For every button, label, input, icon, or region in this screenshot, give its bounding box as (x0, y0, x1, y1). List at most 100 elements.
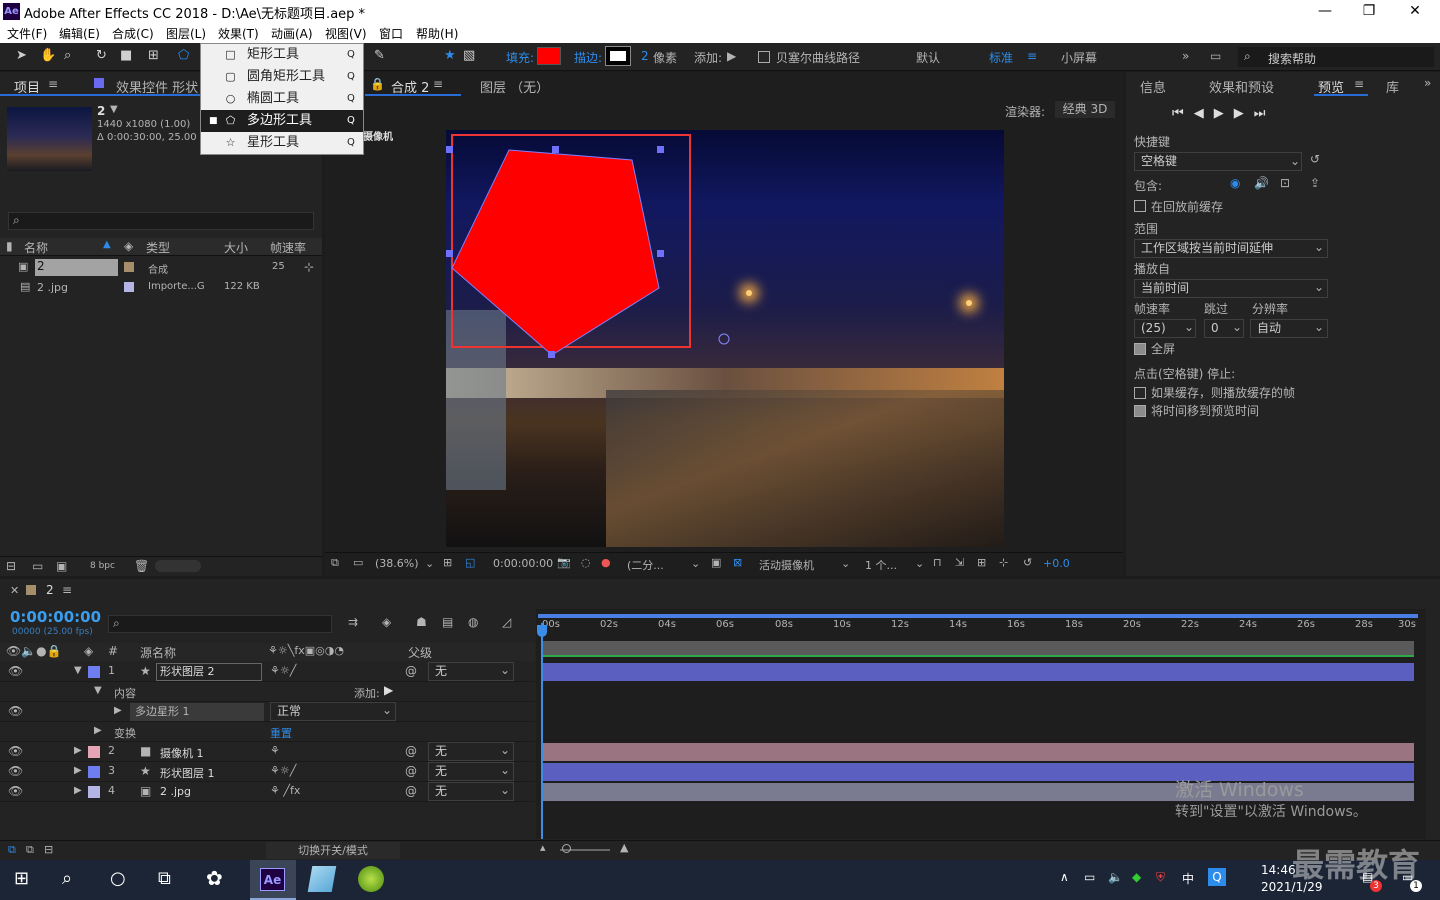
chevron-down-icon[interactable]: ⌄ (1314, 240, 1324, 254)
export-icon[interactable]: ⇲ (955, 556, 964, 569)
chevron-down-icon[interactable]: ⌄ (500, 743, 510, 757)
playhead-handle[interactable] (537, 625, 547, 637)
flowchart-icon[interactable]: ⊹ (999, 556, 1008, 569)
play-from-select[interactable]: 当前时间 (1134, 279, 1328, 298)
layer-name[interactable]: 形状图层 2 (156, 663, 262, 681)
collapsed-arrow-icon[interactable]: ▶ (74, 765, 82, 776)
puppet-pin-tool-icon[interactable]: ✎ (374, 48, 385, 63)
panel-menu-icon[interactable]: ≡ (1354, 77, 1364, 91)
ae-taskbar-button[interactable]: Ae (250, 860, 296, 900)
chevron-down-icon[interactable]: ⌄ (382, 703, 392, 717)
maximize-button[interactable]: ❐ (1346, 0, 1392, 23)
red-pentagon[interactable] (451, 149, 660, 356)
channel-icon[interactable]: ● (601, 556, 611, 569)
menu-effect[interactable]: 效果(T) (218, 25, 259, 42)
expanded-arrow-icon[interactable]: ▼ (94, 685, 102, 696)
time-ruler[interactable]: 00s 02s 04s 06s 08s 10s 12s 14s 16s 18s … (536, 619, 1422, 637)
views-select[interactable]: 1 个... (865, 557, 897, 573)
stroke-width-value[interactable]: 2 (641, 49, 649, 63)
tab-effects-presets[interactable]: 效果和预设 (1209, 77, 1274, 96)
ime-indicator[interactable]: 中 (1182, 870, 1194, 887)
work-area-bar[interactable] (538, 614, 1418, 618)
task-view-icon[interactable]: ⧉ (158, 868, 171, 889)
pickwhip-icon[interactable]: @ (405, 664, 417, 678)
fit-icon[interactable]: ⊞ (443, 556, 452, 569)
playhead-line[interactable] (541, 623, 543, 839)
volume-icon[interactable]: 🔈 (1108, 870, 1123, 884)
add-content-icon[interactable]: ▶ (384, 683, 393, 697)
col-name[interactable]: 名称 (24, 239, 48, 256)
close-tab-icon[interactable]: ✕ (10, 584, 19, 597)
col-size[interactable]: 大小 (224, 239, 248, 256)
menu-composition[interactable]: 合成(C) (112, 25, 154, 42)
minimize-button[interactable]: — (1302, 0, 1348, 23)
rotate-tool-icon[interactable]: ↻ (96, 48, 107, 63)
eye-icon[interactable]: 👁 (8, 764, 23, 778)
panel-menu-icon[interactable]: ≡ (48, 77, 58, 91)
layer-row-3[interactable]: 👁 ▶ 3 ★ 形状图层 1 ⚘☼╱ @ 无 ⌄ (0, 762, 535, 782)
polygon-shape-overlay[interactable] (446, 130, 1004, 547)
chevron-down-icon[interactable]: ⌄ (1184, 320, 1194, 334)
ellipse-tool-item[interactable]: ○ 椭圆工具 Q (201, 88, 363, 110)
region-of-interest-icon[interactable]: ◱ (465, 556, 475, 569)
reset-link[interactable]: 重置 (270, 725, 292, 741)
layer-switches[interactable]: ⚘☼╱ (270, 664, 296, 677)
layer-switches[interactable]: ⚘ ╱fx (270, 784, 300, 797)
layer-name[interactable]: 形状图层 1 (160, 765, 215, 781)
app-pinwheel-icon[interactable]: ✿ (206, 866, 223, 890)
new-comp-icon[interactable]: ▣ (56, 559, 67, 573)
transparency-grid-icon[interactable]: ⊠ (733, 556, 742, 569)
interpret-footage-icon[interactable]: ⊟ (6, 559, 16, 573)
tray-chevron-up-icon[interactable]: ∧ (1060, 870, 1069, 884)
layer-switches[interactable]: ⚘☼╱ (270, 764, 296, 777)
add-arrow-icon[interactable]: ▶ (727, 49, 736, 63)
fill-color-swatch[interactable] (537, 47, 561, 65)
chevron-down-icon[interactable]: ⌄ (500, 763, 510, 777)
external-toggle-icon[interactable]: ⇪ (1310, 176, 1320, 190)
col-type[interactable]: 类型 (146, 239, 170, 256)
timeline-tab[interactable]: 2 (46, 583, 54, 597)
nvidia-icon[interactable]: ◆ (1132, 870, 1141, 884)
rounded-rectangle-tool-item[interactable]: ▢ 圆角矩形工具 Q (201, 66, 363, 88)
tab-info[interactable]: 信息 (1140, 77, 1166, 96)
overlay-toggle-icon[interactable]: ⊡ (1280, 176, 1290, 190)
first-frame-icon[interactable]: ⏮ (1172, 106, 1194, 121)
chevron-down-icon[interactable]: ⌄ (841, 557, 850, 570)
layer-switches-toggle-icon[interactable]: ⧉ (8, 843, 16, 857)
collapsed-arrow-icon[interactable]: ▶ (74, 745, 82, 756)
graph-editor-icon[interactable]: ◿ (502, 615, 511, 629)
comp-mini-flowchart-icon[interactable]: ⇉ (348, 615, 358, 629)
pickwhip-icon[interactable]: @ (405, 744, 417, 758)
hand-tool-icon[interactable]: ✋ (40, 48, 56, 63)
project-item-row[interactable]: ▣ 2 合成 25 ⊹ (0, 258, 322, 277)
expanded-arrow-icon[interactable]: ▼ (74, 665, 82, 676)
layer-row-4[interactable]: 👁 ▶ 4 ▣ 2 .jpg ⚘ ╱fx @ 无 ⌄ (0, 782, 535, 802)
zoom-out-icon[interactable]: ▴ (540, 841, 546, 854)
security-icon[interactable]: ⛨ (1156, 870, 1165, 885)
zoom-slider-handle[interactable] (562, 844, 571, 853)
chevron-down-icon[interactable]: ⌄ (1232, 320, 1242, 334)
bpc-label[interactable]: 8 bpc (90, 561, 115, 571)
composition-viewer[interactable] (446, 130, 1004, 547)
close-button[interactable]: ✕ (1392, 0, 1438, 23)
star-tool-item[interactable]: ☆ 星形工具 Q (201, 132, 363, 154)
network-icon[interactable]: ▭ (1084, 870, 1095, 884)
monitor-icon[interactable]: ▭ (353, 556, 363, 569)
project-search-input[interactable]: ⌕ (8, 212, 314, 230)
shortcut-select[interactable]: 空格键 (1134, 152, 1302, 171)
video-toggle-icon[interactable]: ◉ (1230, 176, 1240, 190)
eye-icon[interactable]: 👁 (8, 664, 23, 678)
view-select[interactable]: 活动摄像机 (759, 557, 814, 573)
workspace-default[interactable]: 默认 (916, 49, 940, 66)
qq-icon[interactable]: Q (1208, 868, 1226, 886)
pickwhip-icon[interactable]: @ (405, 784, 417, 798)
audio-toggle-icon[interactable]: 🔊 (1254, 176, 1269, 190)
menu-help[interactable]: 帮助(H) (416, 25, 458, 42)
move-time-checkbox[interactable] (1134, 405, 1146, 417)
anchor-point[interactable] (718, 333, 730, 345)
tab-layer[interactable]: 图层 （无） (480, 77, 549, 96)
workspace-standard[interactable]: 标准 (989, 49, 1013, 66)
reset-icon[interactable]: ↺ (1310, 152, 1320, 166)
layer-label-swatch[interactable] (88, 666, 100, 678)
polystar-name[interactable]: 多边星形 1 (130, 703, 264, 721)
